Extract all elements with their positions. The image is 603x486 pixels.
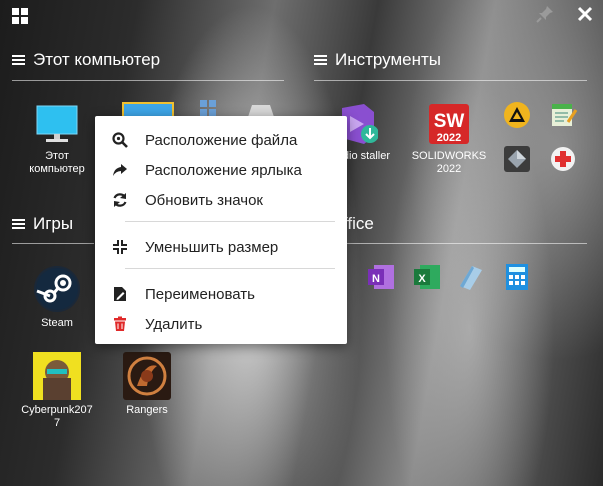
menu-icon — [314, 55, 327, 65]
menu-item-delete[interactable]: Удалить — [95, 310, 347, 338]
menu-item-file-location[interactable]: Расположение файла — [95, 126, 347, 154]
menu-item-label: Обновить значок — [145, 191, 263, 209]
tile-this-pc[interactable]: Этот компьютер — [16, 102, 98, 176]
divider — [12, 80, 284, 81]
calculator-icon[interactable] — [502, 262, 532, 292]
group-header-games[interactable]: Игры — [12, 214, 73, 234]
refresh-icon — [111, 191, 129, 209]
notepad-app-icon[interactable] — [548, 100, 578, 130]
menu-item-shortcut-location[interactable]: Расположение ярлыка — [95, 156, 347, 184]
svg-text:X: X — [418, 273, 426, 285]
menu-item-label: Расположение файла — [145, 131, 298, 149]
rangers-icon — [123, 352, 171, 400]
menu-item-refresh-icon[interactable]: Обновить значок — [95, 186, 347, 214]
tile-solidworks[interactable]: SW 2022 SOLIDWORKS 2022 — [408, 102, 490, 176]
tile-label: Этот компьютер — [29, 150, 85, 175]
menu-divider — [125, 221, 335, 222]
ruler-app-icon[interactable] — [456, 262, 486, 292]
cyberpunk-icon — [33, 352, 81, 400]
menu-item-label: Уменьшить размер — [145, 238, 279, 256]
group-title: Игры — [33, 214, 74, 233]
group-header-tools[interactable]: Инструменты — [314, 50, 441, 70]
tile-label: Rangers — [126, 404, 168, 416]
drive-icon[interactable] — [248, 104, 274, 117]
windows-tiles-icon[interactable] — [200, 100, 216, 116]
tile-steam[interactable]: Steam — [16, 265, 98, 330]
context-menu: Расположение файла Расположение ярлыка О… — [95, 116, 347, 344]
windows-logo-icon[interactable] — [12, 8, 28, 24]
group-title: ffice — [343, 214, 374, 233]
close-icon[interactable] — [575, 4, 595, 24]
monitor-icon — [35, 102, 79, 146]
pin-icon[interactable] — [535, 4, 555, 24]
divider — [314, 80, 587, 81]
group-title: Инструменты — [335, 50, 442, 69]
tile-rangers[interactable]: Rangers — [106, 352, 188, 417]
onenote-icon[interactable]: N — [366, 262, 396, 292]
first-aid-app-icon[interactable] — [548, 144, 578, 174]
tile-cyberpunk[interactable]: Cyberpunk2077 — [16, 352, 98, 430]
svg-text:SW: SW — [434, 111, 465, 132]
group-header-office[interactable]: ffice — [343, 214, 374, 234]
tile-label: Cyberpunk2077 — [21, 404, 93, 429]
rename-file-icon — [111, 285, 129, 303]
solidworks-icon: SW 2022 — [427, 102, 471, 146]
menu-item-label: Переименовать — [145, 285, 255, 303]
steam-icon — [33, 265, 81, 313]
menu-icon — [12, 219, 25, 229]
tile-label: SOLIDWORKS 2022 — [411, 150, 487, 175]
divider — [12, 243, 94, 244]
search-icon — [111, 131, 129, 149]
menu-item-rename[interactable]: Переименовать — [95, 280, 347, 308]
group-title: Этот компьютер — [33, 50, 161, 69]
solidworks-year: 2022 — [436, 132, 462, 144]
compress-icon — [111, 238, 129, 256]
group-header-computer[interactable]: Этот компьютер — [12, 50, 160, 70]
excel-icon[interactable]: X — [412, 262, 442, 292]
share-arrow-icon — [111, 161, 129, 179]
menu-item-label: Удалить — [145, 315, 203, 333]
menu-item-label: Расположение ярлыка — [145, 161, 302, 179]
menu-item-reduce-size[interactable]: Уменьшить размер — [95, 233, 347, 261]
3d-cube-app-icon[interactable] — [502, 144, 532, 174]
svg-text:N: N — [372, 273, 380, 285]
menu-icon — [12, 55, 25, 65]
trash-icon — [111, 315, 129, 333]
divider — [347, 243, 587, 244]
tile-label: Steam — [41, 317, 73, 329]
autocad-app-icon[interactable] — [502, 100, 532, 130]
menu-divider — [125, 268, 335, 269]
